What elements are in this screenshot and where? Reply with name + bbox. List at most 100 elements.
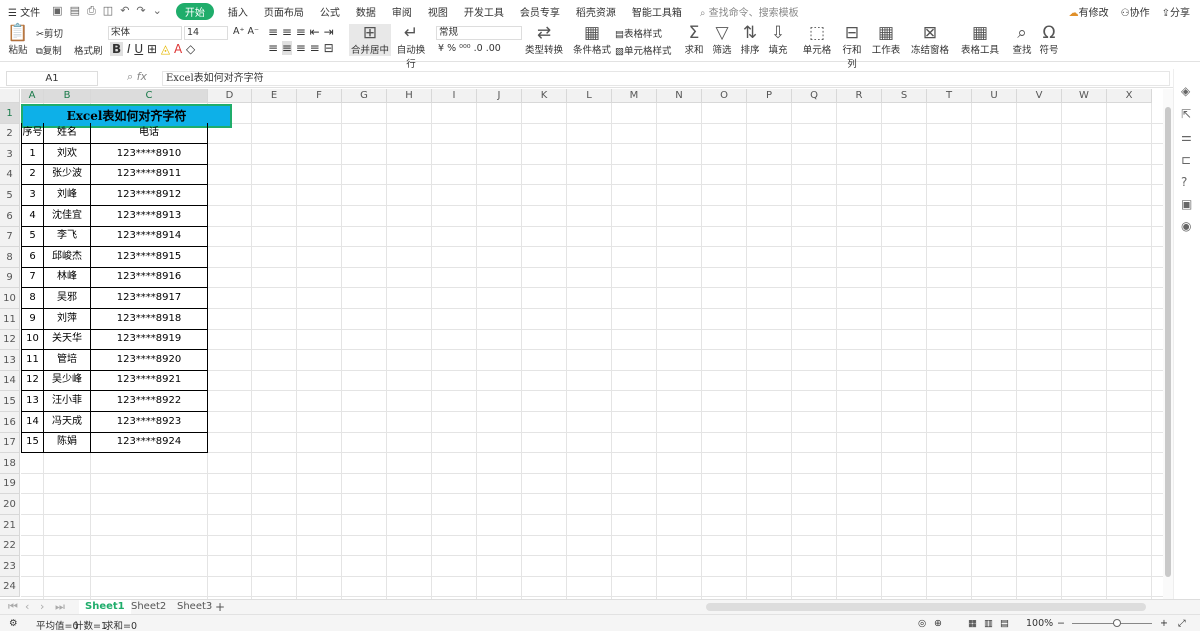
thousands-icon[interactable]: ⁰⁰⁰ (459, 43, 470, 54)
tab-view[interactable]: 视图 (420, 4, 456, 19)
first-sheet-icon[interactable]: ⏮ (8, 600, 18, 614)
bold-icon[interactable]: B (110, 42, 124, 56)
row-header[interactable]: 11 (0, 309, 20, 330)
column-header[interactable]: R (837, 89, 882, 103)
table-cell[interactable]: 11 (21, 349, 44, 371)
table-cell[interactable]: 123****8921 (91, 370, 208, 391)
column-header[interactable]: C (91, 89, 208, 103)
table-cell[interactable]: 刘欢 (44, 143, 91, 165)
table-cell[interactable]: 7 (21, 267, 44, 288)
table-cell[interactable]: 14 (21, 411, 44, 433)
align-left-icon[interactable]: ≡ (268, 41, 278, 55)
table-header-cell[interactable]: 序号 (21, 123, 44, 144)
table-cell[interactable]: 123****8912 (91, 184, 208, 206)
table-tools-button[interactable]: ▦ 表格工具 (960, 24, 1000, 56)
format-painter-button[interactable]: 格式刷 (74, 43, 103, 57)
select-icon[interactable]: ⇱ (1181, 107, 1191, 121)
cells-button[interactable]: ⬚ 单元格 (800, 24, 834, 56)
redo-icon[interactable]: ↷ (136, 4, 145, 18)
table-cell[interactable]: 4 (21, 205, 44, 227)
table-cell[interactable]: 2 (21, 164, 44, 185)
row-header[interactable]: 7 (0, 227, 20, 247)
paste-button[interactable]: 📋 粘贴 (6, 24, 30, 56)
tab-member[interactable]: 会员专享 (512, 4, 568, 19)
border-icon[interactable]: ⊞ (147, 42, 157, 56)
table-cell[interactable]: 15 (21, 432, 44, 453)
table-style-button[interactable]: ▤表格样式 (615, 26, 662, 40)
row-header[interactable]: 10 (0, 288, 20, 309)
table-cell[interactable]: 123****8913 (91, 205, 208, 227)
column-header[interactable]: M (612, 89, 657, 103)
macro-icon[interactable]: ⚙ (9, 618, 18, 629)
copy-button[interactable]: ⧉复制 (36, 43, 62, 57)
prev-sheet-icon[interactable]: ‹ (25, 600, 29, 613)
backup-icon[interactable]: ⊏ (1181, 153, 1191, 167)
column-header[interactable]: I (432, 89, 477, 103)
row-header[interactable]: 24 (0, 577, 20, 597)
row-header[interactable]: 4 (0, 165, 20, 185)
table-cell[interactable]: 汪小菲 (44, 390, 91, 412)
indent-inc-icon[interactable]: ⇥ (324, 25, 334, 39)
fx-icon[interactable]: fx (137, 70, 147, 83)
add-sheet-button[interactable]: + (209, 600, 231, 614)
column-header[interactable]: D (208, 89, 252, 103)
row-header[interactable]: 16 (0, 412, 20, 433)
tab-insert[interactable]: 插入 (220, 4, 256, 19)
table-cell[interactable]: 1 (21, 143, 44, 165)
font-size-select[interactable]: 14 (184, 26, 228, 40)
eye-protect-icon[interactable]: ◎ (918, 618, 926, 629)
table-cell[interactable]: 123****8923 (91, 411, 208, 433)
font-grow-icon[interactable]: A⁺ A⁻ (233, 26, 259, 37)
table-cell[interactable]: 123****8910 (91, 143, 208, 165)
table-cell[interactable]: 冯天成 (44, 411, 91, 433)
table-cell[interactable]: 3 (21, 184, 44, 206)
table-cell[interactable]: 12 (21, 370, 44, 391)
underline-icon[interactable]: U (134, 42, 143, 56)
collaborate-button[interactable]: ⚇协作 (1121, 4, 1150, 19)
filter-button[interactable]: ▽ 筛选 (710, 24, 734, 56)
table-cell[interactable]: 9 (21, 308, 44, 330)
row-header[interactable]: 9 (0, 268, 20, 288)
row-header[interactable]: 17 (0, 433, 20, 453)
column-header[interactable]: H (387, 89, 432, 103)
column-header[interactable]: S (882, 89, 927, 103)
currency-icon[interactable]: ¥ (438, 43, 444, 54)
column-header[interactable]: Q (792, 89, 837, 103)
table-cell[interactable]: 123****8914 (91, 226, 208, 247)
cell-style-button[interactable]: ▧单元格样式 (615, 43, 672, 57)
table-cell[interactable]: 张少波 (44, 164, 91, 185)
column-header[interactable]: K (522, 89, 567, 103)
zoom-formula-icon[interactable]: ⌕ (127, 70, 133, 83)
zoom-slider-knob[interactable] (1113, 619, 1121, 627)
column-header[interactable]: J (477, 89, 522, 103)
tab-page-layout[interactable]: 页面布局 (256, 4, 312, 19)
name-box[interactable]: A1 (6, 71, 98, 86)
row-header[interactable]: 1 (0, 103, 20, 124)
wrap-text-button[interactable]: ↵ 自动换行 (394, 24, 428, 70)
row-header[interactable]: 3 (0, 144, 20, 165)
font-color-icon[interactable]: A (174, 42, 182, 56)
table-cell[interactable]: 13 (21, 390, 44, 412)
horizontal-scrollbar[interactable] (706, 603, 1146, 611)
tab-review[interactable]: 审阅 (384, 4, 420, 19)
table-header-cell[interactable]: 电话 (91, 123, 208, 144)
type-convert-button[interactable]: ⇄ 类型转换 (524, 24, 564, 56)
column-header[interactable]: T (927, 89, 972, 103)
table-cell[interactable]: 吴少峰 (44, 370, 91, 391)
last-sheet-icon[interactable]: ⏭ (55, 600, 65, 614)
help-icon[interactable]: ? (1181, 175, 1187, 189)
table-cell[interactable]: 李飞 (44, 226, 91, 247)
row-header[interactable]: 6 (0, 206, 20, 227)
print-icon[interactable]: ⎙ (87, 4, 96, 18)
normal-view-icon[interactable]: ▦ (968, 618, 977, 629)
export-icon[interactable]: ▤ (70, 4, 80, 18)
table-cell[interactable]: 123****8920 (91, 349, 208, 371)
row-header[interactable]: 5 (0, 185, 20, 206)
settings-sliders-icon[interactable]: ⚌ (1181, 130, 1192, 144)
table-cell[interactable]: 10 (21, 329, 44, 350)
table-cell[interactable]: 6 (21, 246, 44, 268)
align-middle-icon[interactable]: ≡ (282, 25, 292, 39)
table-cell[interactable]: 刘峰 (44, 184, 91, 206)
file-menu[interactable]: ☰ 文件 (0, 4, 48, 19)
table-cell[interactable]: 123****8911 (91, 164, 208, 185)
